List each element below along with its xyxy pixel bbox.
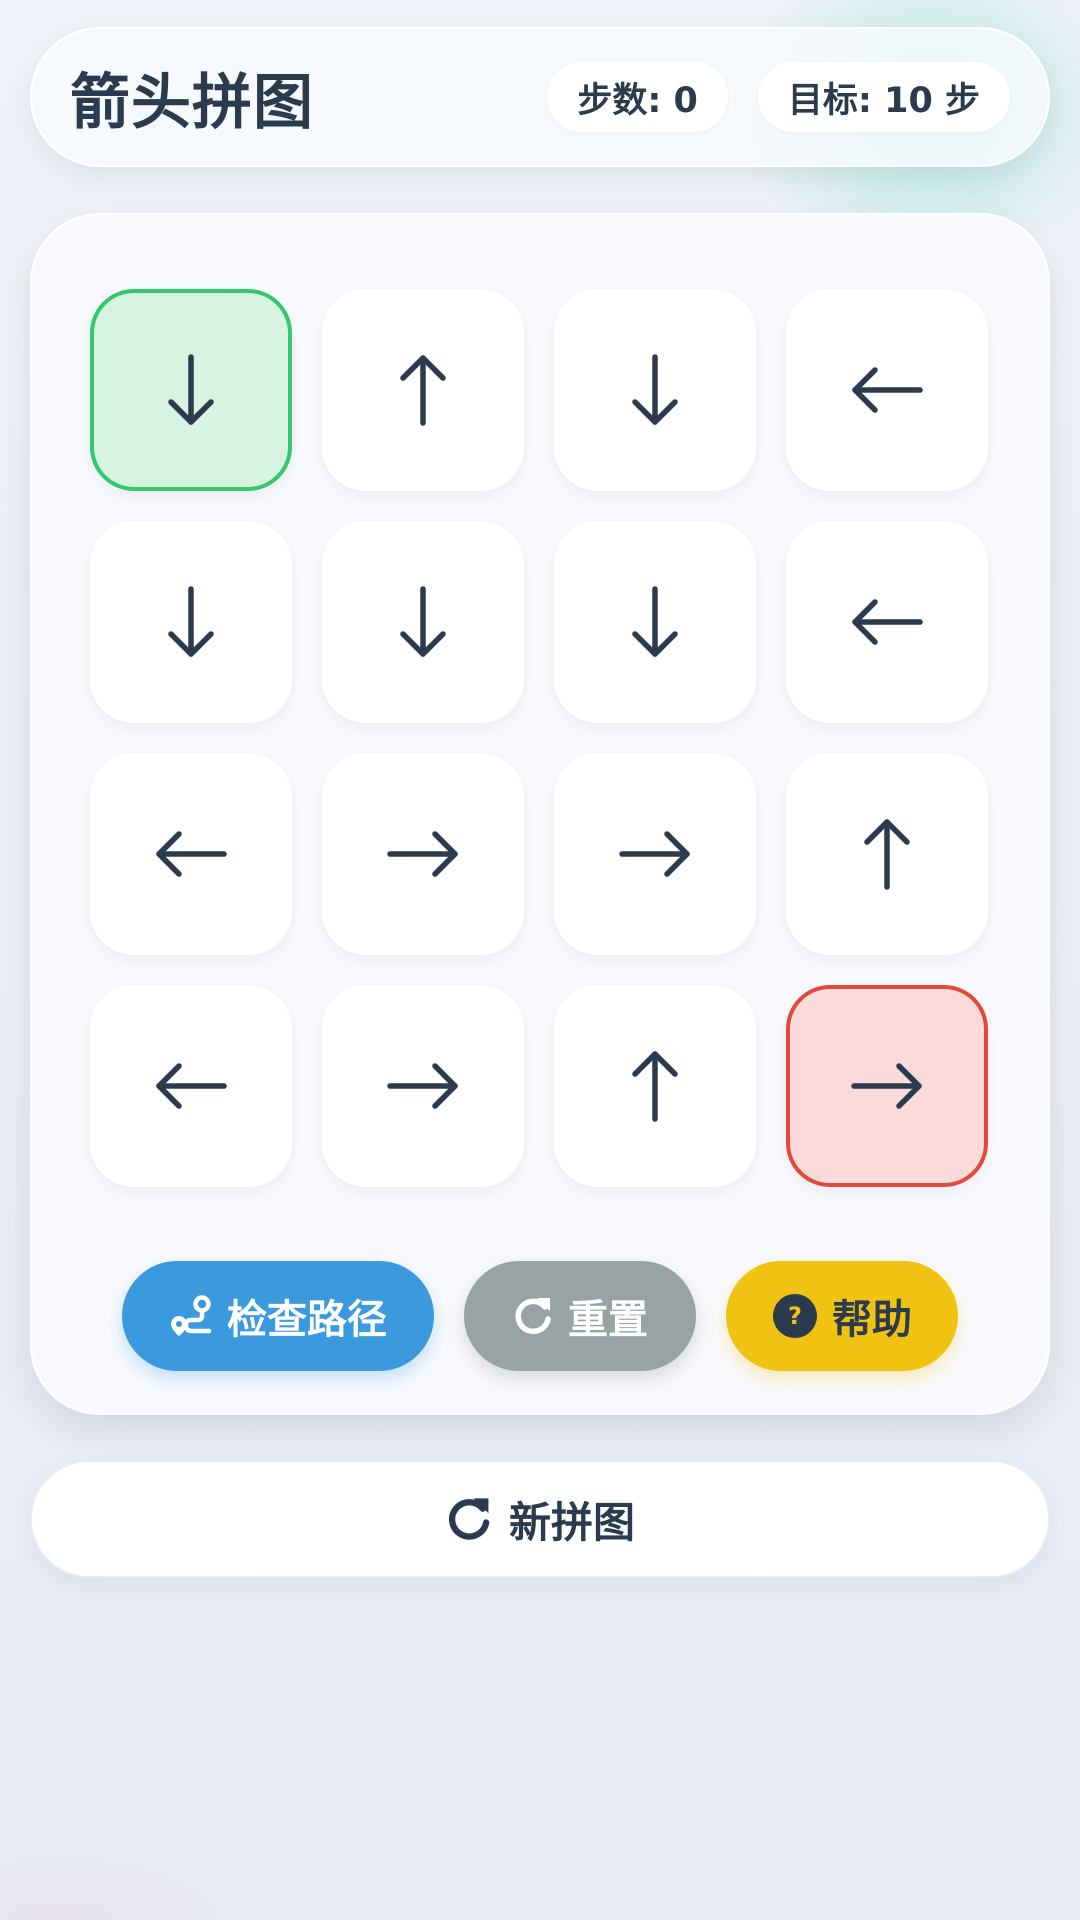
arrow-tile[interactable] xyxy=(322,521,524,723)
arrow-left-icon xyxy=(847,350,927,430)
arrow-tile[interactable] xyxy=(90,521,292,723)
arrow-tile[interactable] xyxy=(554,985,756,1187)
start-tile[interactable] xyxy=(90,289,292,491)
arrow-up-icon xyxy=(615,1046,695,1126)
action-buttons: 检查路径 重置 ? 帮助 xyxy=(32,1261,1048,1371)
new-puzzle-label: 新拼图 xyxy=(508,1497,635,1547)
target-steps-badge: 目标: 10 步 xyxy=(757,62,1010,132)
arrow-tile[interactable] xyxy=(554,753,756,955)
arrow-tile[interactable] xyxy=(554,289,756,491)
steps-counter: 步数: 0 xyxy=(547,62,728,132)
arrow-tile[interactable] xyxy=(322,753,524,955)
arrow-tile[interactable] xyxy=(322,985,524,1187)
arrow-tile[interactable] xyxy=(90,753,292,955)
end-tile[interactable] xyxy=(786,985,988,1187)
arrow-left-icon xyxy=(151,814,231,894)
arrow-tile[interactable] xyxy=(322,289,524,491)
page-title: 箭头拼图 xyxy=(70,67,314,138)
question-circle-icon: ? xyxy=(772,1293,818,1339)
help-button[interactable]: ? 帮助 xyxy=(726,1261,958,1371)
puzzle-board: 检查路径 重置 ? 帮助 xyxy=(30,213,1050,1415)
svg-text:?: ? xyxy=(788,1302,802,1330)
arrow-left-icon xyxy=(847,582,927,662)
arrow-down-icon xyxy=(151,350,231,430)
arrow-up-icon xyxy=(383,350,463,430)
help-label: 帮助 xyxy=(832,1297,912,1343)
arrow-tile[interactable] xyxy=(554,521,756,723)
rotate-icon xyxy=(512,1295,554,1337)
arrow-right-icon xyxy=(615,814,695,894)
arrow-down-icon xyxy=(615,350,695,430)
arrow-tile[interactable] xyxy=(786,521,988,723)
reset-label: 重置 xyxy=(568,1297,648,1343)
arrow-right-icon xyxy=(383,1046,463,1126)
arrow-tile[interactable] xyxy=(786,289,988,491)
arrow-right-icon xyxy=(847,1046,927,1126)
arrow-right-icon xyxy=(383,814,463,894)
new-puzzle-button[interactable]: 新拼图 xyxy=(30,1460,1050,1578)
arrow-down-icon xyxy=(383,582,463,662)
arrow-left-icon xyxy=(151,1046,231,1126)
arrow-tile[interactable] xyxy=(786,753,988,955)
arrow-down-icon xyxy=(151,582,231,662)
header-bar: 箭头拼图 步数: 0 目标: 10 步 xyxy=(30,27,1050,167)
check-path-button[interactable]: 检查路径 xyxy=(122,1261,434,1371)
reset-button[interactable]: 重置 xyxy=(464,1261,696,1371)
arrow-grid xyxy=(90,289,988,1187)
arrow-tile[interactable] xyxy=(90,985,292,1187)
check-path-label: 检查路径 xyxy=(227,1297,387,1343)
route-icon xyxy=(169,1294,213,1338)
arrow-up-icon xyxy=(847,814,927,894)
rotate-icon xyxy=(445,1495,493,1543)
arrow-down-icon xyxy=(615,582,695,662)
